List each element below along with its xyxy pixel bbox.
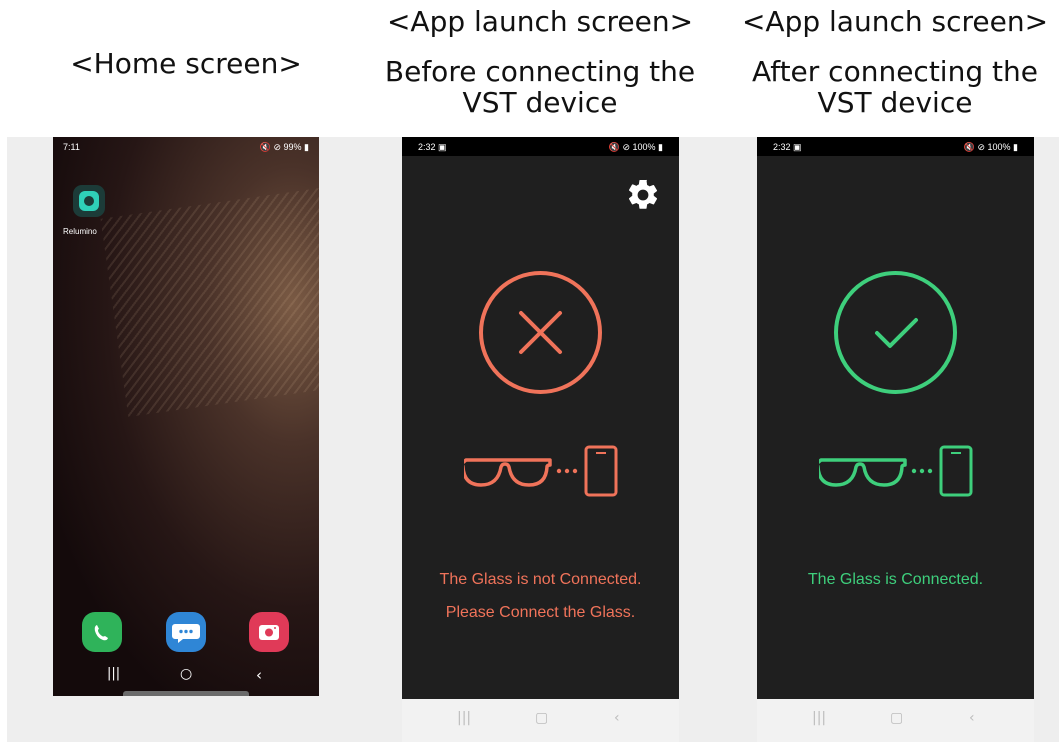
- glasses-icon: [464, 458, 552, 487]
- status-message-line2: Please Connect the Glass.: [445, 604, 636, 621]
- status-battery-text: 100%: [987, 142, 1011, 152]
- check-circle-icon: [834, 271, 957, 394]
- app-screen-before: 2:32 ▣ 🔇 ⊘ 100% ▮ The Glass is not Conne…: [402, 137, 679, 742]
- dock-phone-icon[interactable]: [82, 612, 122, 652]
- caption-after: <App launch screen> After connecting the…: [725, 6, 1064, 118]
- home-circle-icon[interactable]: ▢: [890, 710, 903, 726]
- relumino-app-label: Relumino: [63, 227, 97, 236]
- back-chevron-icon[interactable]: ‹: [256, 666, 262, 684]
- status-time: 7:11: [63, 142, 80, 152]
- caption-after-line3: VST device: [817, 86, 973, 119]
- status-battery: 🔇 ⊘ 99% ▮: [259, 142, 309, 152]
- status-battery: 🔇 ⊘ 100% ▮: [608, 142, 663, 152]
- status-bar: 7:11 🔇 ⊘ 99% ▮: [53, 137, 319, 157]
- status-message-line1: The Glass is not Connected.: [439, 571, 642, 588]
- phone-outline-icon: [939, 445, 973, 497]
- home-gesture-bar: [123, 691, 249, 696]
- x-circle-icon: [479, 271, 602, 394]
- caption-before-title: <App launch screen>: [386, 5, 694, 38]
- status-time-text: 2:32: [773, 142, 791, 152]
- relumino-logo-dot: [84, 196, 94, 206]
- settings-gear-icon[interactable]: [625, 177, 661, 213]
- status-battery-text: 99%: [283, 142, 302, 152]
- caption-home-text: <Home screen>: [70, 47, 302, 80]
- nav-bar: ||| ▢ ‹: [402, 699, 679, 742]
- caption-before-line3: VST device: [462, 86, 618, 119]
- status-bar: 2:32 ▣ 🔇 ⊘ 100% ▮: [757, 137, 1034, 156]
- recent-apps-icon[interactable]: |||: [457, 710, 471, 726]
- status-time-text: 2:32: [418, 142, 436, 152]
- camera-icon: [259, 625, 279, 640]
- app-screen-after: 2:32 ▣ 🔇 ⊘ 100% ▮ The Glass is Connected…: [757, 137, 1034, 742]
- home-circle-icon[interactable]: ○: [180, 666, 192, 682]
- caption-after-line2: After connecting the: [752, 55, 1038, 88]
- home-circle-icon[interactable]: ▢: [535, 710, 548, 726]
- dock-camera-icon[interactable]: [249, 612, 289, 652]
- caption-home: <Home screen>: [53, 48, 319, 79]
- nav-bar: ||| ▢ ‹: [757, 699, 1034, 742]
- phone-handset-icon: [94, 625, 108, 641]
- back-chevron-icon[interactable]: ‹: [969, 710, 975, 726]
- recent-apps-icon[interactable]: |||: [812, 710, 826, 726]
- back-chevron-icon[interactable]: ‹: [614, 710, 620, 726]
- caption-before: <App launch screen> Before connecting th…: [370, 6, 710, 118]
- chat-bubble-icon: [172, 624, 200, 643]
- status-bar: 2:32 ▣ 🔇 ⊘ 100% ▮: [402, 137, 679, 156]
- home-screen: 7:11 🔇 ⊘ 99% ▮ Relumino ||| ○ ‹: [53, 137, 319, 696]
- glasses-phone-icon: [464, 445, 618, 497]
- caption-after-title: <App launch screen>: [741, 5, 1049, 38]
- dock-messages-icon[interactable]: [166, 612, 206, 652]
- glasses-icon: [819, 458, 907, 487]
- phone-outline-icon: [584, 445, 618, 497]
- status-time: 2:32 ▣: [418, 142, 447, 152]
- caption-before-line2: Before connecting the: [384, 55, 696, 88]
- status-time: 2:32 ▣: [773, 142, 802, 152]
- status-message-line1: The Glass is Connected.: [807, 571, 984, 588]
- status-battery-text: 100%: [632, 142, 656, 152]
- relumino-app-icon[interactable]: [73, 185, 105, 217]
- wallpaper-streaks: [100, 177, 319, 417]
- glasses-phone-icon: [819, 445, 973, 497]
- recent-apps-icon[interactable]: |||: [107, 666, 120, 681]
- status-battery: 🔇 ⊘ 100% ▮: [963, 142, 1018, 152]
